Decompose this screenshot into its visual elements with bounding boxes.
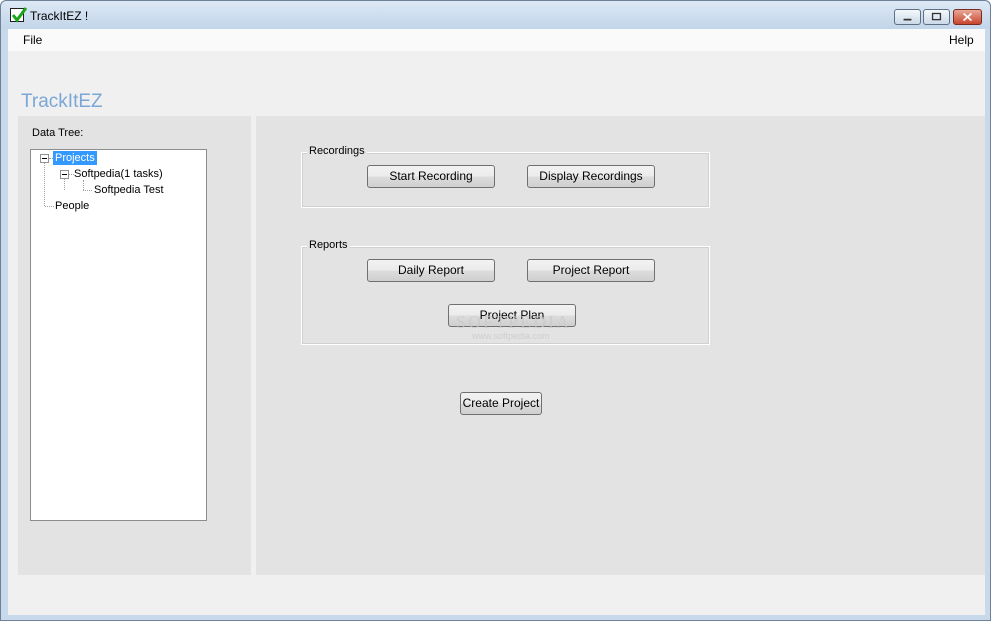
create-project-button[interactable]: Create Project (460, 392, 542, 415)
tree-line (64, 179, 65, 190)
project-report-button[interactable]: Project Report (527, 259, 655, 282)
title-bar[interactable]: TrackItEZ ! (1, 1, 990, 29)
tree-node-people[interactable]: People (55, 199, 89, 213)
recordings-group-label: Recordings (307, 145, 367, 157)
watermark-url: www.softpedia.com (472, 331, 550, 341)
collapse-icon[interactable] (40, 154, 49, 163)
data-tree-panel: Data Tree: Projects Softpedia(1 tasks) S… (18, 116, 251, 575)
menu-file[interactable]: File (23, 33, 42, 47)
checkmark-icon (10, 7, 27, 23)
watermark: SOFTPEDIA (456, 312, 572, 332)
tree-line (83, 180, 84, 190)
minimize-button[interactable] (894, 9, 921, 25)
maximize-button[interactable] (923, 9, 950, 25)
client-area: File Help TrackItEZ Data Tree: Projects … (8, 29, 985, 615)
start-recording-button[interactable]: Start Recording (367, 165, 495, 188)
reports-group-label: Reports (307, 239, 350, 251)
recordings-group: Recordings Start Recording Display Recor… (301, 145, 710, 208)
tree-line (83, 190, 92, 191)
data-tree-label: Data Tree: (32, 127, 84, 139)
brand-title: TrackItEZ (21, 91, 103, 112)
actions-panel: Recordings Start Recording Display Recor… (256, 116, 985, 575)
maximize-icon (931, 12, 942, 21)
menu-bar: File Help (8, 29, 985, 51)
minimize-icon (903, 18, 912, 21)
menu-help[interactable]: Help (949, 33, 974, 47)
tree-line (44, 163, 45, 206)
app-window: TrackItEZ ! File Help TrackItEZ Data Tre… (0, 0, 991, 621)
tree-node-softpedia-test[interactable]: Softpedia Test (94, 183, 164, 197)
display-recordings-button[interactable]: Display Recordings (527, 165, 655, 188)
tree-line (45, 206, 54, 207)
daily-report-button[interactable]: Daily Report (367, 259, 495, 282)
data-tree[interactable]: Projects Softpedia(1 tasks) Softpedia Te… (30, 149, 207, 521)
close-icon (962, 12, 973, 22)
close-button[interactable] (953, 9, 982, 25)
tree-node-projects[interactable]: Projects (53, 151, 97, 165)
collapse-icon[interactable] (60, 170, 69, 179)
tree-node-softpedia[interactable]: Softpedia(1 tasks) (74, 167, 163, 181)
window-title: TrackItEZ ! (30, 9, 89, 23)
